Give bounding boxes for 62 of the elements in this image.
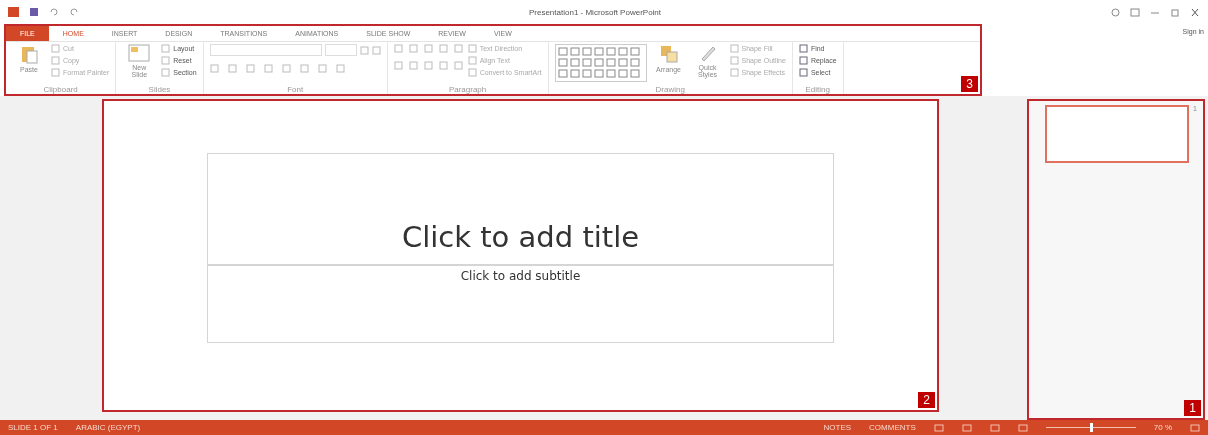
arrange-shapes-icon xyxy=(658,44,679,64)
comments-button[interactable]: COMMENTS xyxy=(869,423,916,432)
align-button[interactable] xyxy=(423,61,433,70)
clipboard-icon xyxy=(19,44,39,64)
format-button[interactable] xyxy=(317,64,327,73)
group-label: Font xyxy=(286,85,305,94)
window-title: Presentation1 - Microsoft PowerPoint xyxy=(527,7,663,17)
slide-thumbnail[interactable] xyxy=(1045,105,1189,163)
font-name-field[interactable] xyxy=(209,44,322,56)
list-button[interactable] xyxy=(438,44,448,53)
format-button[interactable] xyxy=(299,64,309,73)
list-button[interactable] xyxy=(453,44,463,53)
align-button[interactable] xyxy=(393,61,403,70)
fit-to-window-icon[interactable] xyxy=(1190,423,1200,432)
format-button[interactable] xyxy=(245,64,255,73)
grow-font-icon xyxy=(359,45,369,55)
title-placeholder-text: Click to add title xyxy=(401,220,640,256)
redo-icon[interactable] xyxy=(69,7,79,17)
title-placeholder[interactable]: Click to add title xyxy=(207,153,834,265)
undo-icon[interactable] xyxy=(49,7,59,17)
font-size-field[interactable] xyxy=(324,44,357,56)
shrink-font-button[interactable] xyxy=(371,44,381,56)
app-logo-icon xyxy=(8,7,19,17)
align-button[interactable] xyxy=(408,61,418,70)
group-label: Drawing xyxy=(654,85,686,94)
grow-font-button[interactable] xyxy=(359,44,369,56)
ribbon-display-icon[interactable] xyxy=(1130,7,1140,17)
list-button[interactable] xyxy=(423,44,433,53)
slide-counter: SLIDE 1 OF 1 xyxy=(8,423,58,432)
align-button[interactable] xyxy=(453,61,463,70)
format-button[interactable] xyxy=(227,64,237,73)
zoom-percentage: 70 % xyxy=(1153,423,1172,432)
zoom-slider-thumb[interactable] xyxy=(1089,423,1093,432)
slideshow-icon[interactable] xyxy=(1017,423,1028,432)
group-label: Slides xyxy=(147,85,172,94)
language-indicator: ARABIC (EGYPT) xyxy=(75,423,141,432)
subtitle-placeholder-text: Click to add subtitle xyxy=(460,269,581,285)
format-button[interactable] xyxy=(209,64,219,73)
group-label: Editing xyxy=(804,85,831,94)
slide-sorter-icon[interactable] xyxy=(961,423,972,432)
callout-number: 1 xyxy=(1184,400,1201,416)
callout-number: 3 xyxy=(961,76,978,92)
shrink-font-icon xyxy=(371,45,381,55)
normal-view-icon[interactable] xyxy=(933,423,944,432)
shapes-gallery[interactable] xyxy=(554,44,647,82)
format-button[interactable] xyxy=(281,64,291,73)
format-button[interactable] xyxy=(335,64,345,73)
notes-button[interactable]: NOTES xyxy=(823,423,852,432)
list-button[interactable] xyxy=(408,44,418,53)
save-icon[interactable] xyxy=(29,7,39,17)
align-button[interactable] xyxy=(438,61,448,70)
slide-layout-icon xyxy=(128,44,151,62)
reading-view-icon[interactable] xyxy=(989,423,1000,432)
group-label: Clipboard xyxy=(42,85,79,94)
help-icon[interactable] xyxy=(1111,7,1120,17)
close-icon[interactable] xyxy=(1190,7,1200,17)
format-button[interactable] xyxy=(263,64,273,73)
restore-icon[interactable] xyxy=(1170,7,1180,17)
callout-number: 2 xyxy=(918,392,935,408)
subtitle-placeholder[interactable]: Click to add subtitle xyxy=(207,265,834,343)
group-label: Paragraph xyxy=(447,85,488,94)
list-button[interactable] xyxy=(393,44,403,53)
